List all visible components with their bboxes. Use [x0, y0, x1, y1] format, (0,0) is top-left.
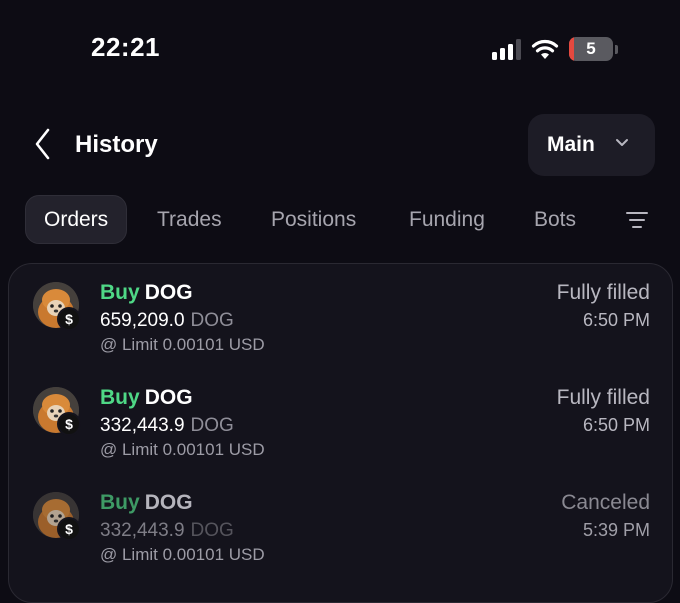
order-quantity: 659,209.0 DOG: [100, 310, 234, 332]
order-side: Buy: [100, 491, 140, 514]
order-title: Buy DOG: [100, 281, 193, 305]
order-status: Canceled: [561, 491, 650, 514]
status-icons: 5: [492, 37, 618, 61]
order-symbol: DOG: [144, 491, 193, 514]
page-header: History Main: [0, 113, 680, 176]
account-selector-button[interactable]: Main: [528, 114, 655, 176]
tab-orders[interactable]: Orders: [25, 195, 128, 244]
quantity-value: 332,443.9: [100, 520, 185, 541]
history-tabs: Orders Trades Positions Funding Bots: [25, 195, 576, 244]
order-symbol: DOG: [144, 386, 193, 409]
order-symbol: DOG: [144, 281, 193, 304]
dollar-coin-icon: $: [57, 307, 81, 331]
quantity-unit: DOG: [190, 415, 234, 436]
tab-funding[interactable]: Funding: [409, 208, 485, 232]
order-title: Buy DOG: [100, 491, 193, 515]
order-quantity: 332,443.9 DOG: [100, 415, 234, 437]
order-row[interactable]: $ Buy DOG 332,443.9 DOG @ Limit 0.00101 US…: [9, 369, 674, 474]
order-status: Fully filled: [556, 386, 650, 409]
order-side: Buy: [100, 281, 140, 304]
chevron-down-icon: [616, 139, 628, 146]
quantity-unit: DOG: [190, 520, 234, 541]
order-price: @ Limit 0.00101 USD: [100, 335, 265, 354]
wifi-icon: [531, 39, 559, 59]
order-title: Buy DOG: [100, 386, 193, 410]
quantity-unit: DOG: [190, 310, 234, 331]
dollar-coin-icon: $: [57, 517, 81, 541]
order-row[interactable]: $ Buy DOG 332,443.9 DOG @ Limit 0.00101 US…: [9, 474, 674, 579]
quantity-value: 332,443.9: [100, 415, 185, 436]
tab-bots[interactable]: Bots: [534, 208, 576, 232]
battery-icon: 5: [569, 37, 613, 61]
order-time: 6:50 PM: [582, 310, 650, 330]
order-price: @ Limit 0.00101 USD: [100, 440, 265, 459]
account-selector-label: Main: [547, 133, 595, 156]
tab-positions[interactable]: Positions: [271, 208, 356, 232]
order-quantity: 332,443.9 DOG: [100, 520, 234, 542]
orders-list: $ Buy DOG 659,209.0 DOG @ Limit 0.00101 US…: [8, 263, 673, 603]
order-price: @ Limit 0.00101 USD: [100, 545, 265, 564]
order-row[interactable]: $ Buy DOG 659,209.0 DOG @ Limit 0.00101 US…: [9, 264, 674, 369]
back-chevron-icon[interactable]: [32, 127, 54, 161]
order-time: 6:50 PM: [582, 415, 650, 435]
cellular-signal-icon: [492, 38, 521, 60]
battery-level: 5: [586, 39, 596, 58]
filter-lines-icon[interactable]: [626, 210, 648, 230]
order-time: 5:39 PM: [582, 520, 650, 540]
order-side: Buy: [100, 386, 140, 409]
clock: 22:21: [91, 32, 160, 62]
order-status: Fully filled: [556, 281, 650, 304]
quantity-value: 659,209.0: [100, 310, 185, 331]
page-title: History: [75, 131, 158, 158]
dollar-coin-icon: $: [57, 412, 81, 436]
status-bar: 22:21 5: [0, 0, 680, 100]
tab-trades[interactable]: Trades: [157, 208, 222, 232]
